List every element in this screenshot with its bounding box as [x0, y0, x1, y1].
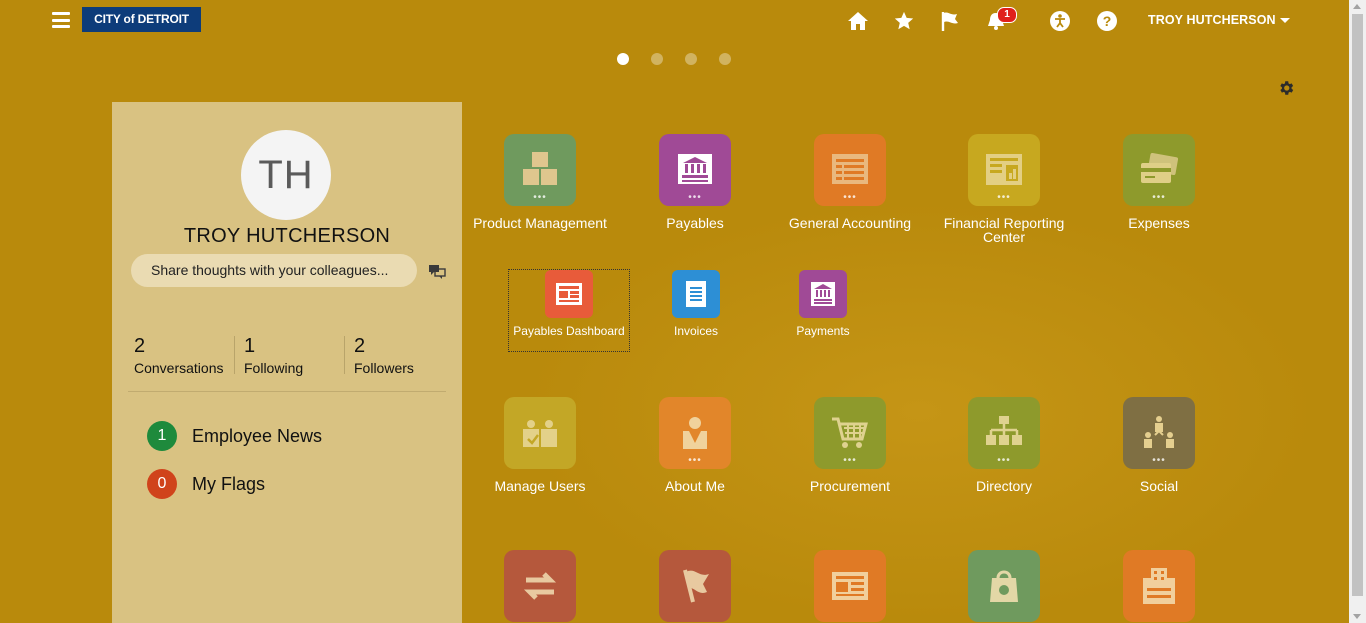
- transfer-icon: [504, 550, 576, 622]
- app-payables-dashboard[interactable]: Payables Dashboard: [508, 269, 630, 352]
- app-label: General Accounting: [788, 215, 912, 231]
- list-count-badge: 1: [147, 421, 177, 451]
- app-social[interactable]: ••• Social: [1084, 397, 1234, 493]
- user-name: TROY HUTCHERSON: [1148, 13, 1276, 27]
- app-label: Product Management: [473, 215, 607, 231]
- stat-divider: [234, 336, 235, 374]
- list-count-badge: 0: [147, 469, 177, 499]
- social-icon: •••: [1123, 397, 1195, 469]
- boxes-icon: •••: [504, 134, 576, 206]
- card-icon: •••: [1123, 134, 1195, 206]
- carousel-dot-4[interactable]: [719, 53, 731, 65]
- scroll-up-icon[interactable]: [1353, 4, 1361, 9]
- app-manage-users[interactable]: Manage Users: [465, 397, 615, 493]
- chevron-down-icon: [1279, 18, 1290, 24]
- profile-panel: TH TROY HUTCHERSON Share thoughts with y…: [112, 102, 462, 623]
- star-icon[interactable]: [891, 8, 917, 34]
- stat-conversations[interactable]: 2 Conversations: [134, 334, 224, 379]
- app-invoices[interactable]: Invoices: [636, 270, 756, 338]
- scroll-down-icon[interactable]: [1353, 614, 1361, 619]
- app-directory[interactable]: ••• Directory: [929, 397, 1079, 493]
- flag-icon: [659, 550, 731, 622]
- app-label: Procurement: [809, 478, 891, 494]
- carousel-dot-2[interactable]: [651, 53, 663, 65]
- conversation-icon[interactable]: [428, 264, 446, 285]
- report-icon: •••: [968, 134, 1040, 206]
- app-payables[interactable]: ••• Payables: [620, 134, 770, 230]
- app-label: About Me: [665, 478, 725, 494]
- app-label: Expenses: [1128, 215, 1190, 231]
- app-tile-flags[interactable]: [620, 550, 770, 622]
- cart-icon: •••: [814, 397, 886, 469]
- app-payments[interactable]: Payments: [763, 270, 883, 338]
- app-tile-shopping[interactable]: [929, 550, 1079, 622]
- home-icon[interactable]: [845, 8, 871, 34]
- stat-conversations-label: Conversations: [134, 360, 224, 376]
- person-icon: •••: [659, 397, 731, 469]
- list-label: My Flags: [192, 473, 266, 494]
- stat-following[interactable]: 1 Following: [244, 334, 303, 379]
- app-tile-news[interactable]: [775, 550, 925, 622]
- help-icon[interactable]: ?: [1094, 8, 1120, 34]
- profile-stats: 2 Conversations 1 Following 2 Followers: [128, 334, 448, 379]
- accessibility-icon[interactable]: [1047, 8, 1073, 34]
- avatar[interactable]: TH: [241, 130, 331, 220]
- stat-following-label: Following: [244, 360, 304, 376]
- stat-followers[interactable]: 2 Followers: [354, 334, 414, 379]
- dashboard-icon: [545, 270, 593, 318]
- app-about-me[interactable]: ••• About Me: [620, 397, 770, 493]
- building-icon: [1123, 550, 1195, 622]
- carousel-dot-1[interactable]: [617, 53, 629, 65]
- notifications-badge: 1: [997, 7, 1017, 23]
- flag-icon[interactable]: [937, 8, 963, 34]
- profile-name[interactable]: TROY HUTCHERSON: [112, 225, 462, 248]
- stat-followers-count: 2: [354, 335, 366, 357]
- app-general-accounting[interactable]: ••• General Accounting: [775, 134, 925, 230]
- app-label: Directory: [975, 478, 1032, 494]
- app-procurement[interactable]: ••• Procurement: [775, 397, 925, 493]
- svg-text:?: ?: [1103, 13, 1112, 29]
- share-thoughts-input[interactable]: Share thoughts with your colleagues...: [131, 254, 417, 287]
- news-icon: [814, 550, 886, 622]
- bank-icon: [799, 270, 847, 318]
- app-label: Payments: [796, 324, 850, 338]
- list-employee-news[interactable]: 1 Employee News: [147, 421, 322, 451]
- carousel-dot-3[interactable]: [685, 53, 697, 65]
- scrollbar-thumb[interactable]: [1352, 14, 1363, 596]
- app-financial-reporting-center[interactable]: ••• Financial Reporting Center: [929, 134, 1079, 244]
- stat-divider: [344, 336, 345, 374]
- app-label: Financial Reporting Center: [943, 215, 1065, 245]
- app-label: Social: [1139, 478, 1179, 494]
- app-label: Invoices: [673, 324, 719, 338]
- stat-following-count: 1: [244, 335, 256, 357]
- stat-conversations-count: 2: [134, 335, 146, 357]
- list-my-flags[interactable]: 0 My Flags: [147, 469, 265, 499]
- org-chart-icon: •••: [968, 397, 1040, 469]
- brand-logo[interactable]: CITY of DETROIT: [82, 7, 201, 32]
- menu-icon[interactable]: [52, 12, 70, 28]
- app-tile-building[interactable]: [1084, 550, 1234, 622]
- app-label: Payables Dashboard: [513, 324, 625, 338]
- list-label: Employee News: [192, 425, 323, 446]
- divider: [128, 391, 446, 392]
- bag-icon: [968, 550, 1040, 622]
- stat-followers-label: Followers: [354, 360, 414, 376]
- document-icon: [672, 270, 720, 318]
- app-tile-transfer[interactable]: [465, 550, 615, 622]
- ledger-icon: •••: [814, 134, 886, 206]
- app-product-management[interactable]: ••• Product Management: [465, 134, 615, 230]
- app-label: Manage Users: [494, 478, 586, 494]
- gear-icon[interactable]: [1277, 79, 1295, 102]
- notifications-icon[interactable]: 1: [983, 7, 1017, 34]
- app-expenses[interactable]: ••• Expenses: [1084, 134, 1234, 230]
- app-label: Payables: [666, 215, 724, 231]
- vertical-scrollbar[interactable]: [1349, 0, 1366, 623]
- bank-icon: •••: [659, 134, 731, 206]
- users-icon: [504, 397, 576, 469]
- user-menu[interactable]: TROY HUTCHERSON: [1148, 13, 1290, 27]
